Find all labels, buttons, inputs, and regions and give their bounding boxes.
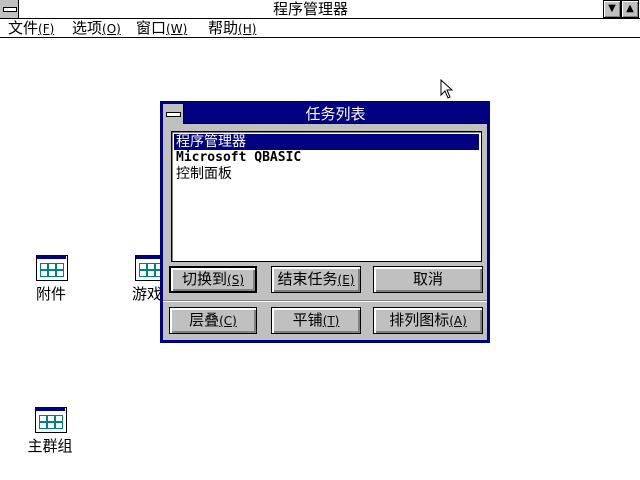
maximize-icon: ▲ [626,3,634,14]
button-accel: (A) [449,314,467,328]
program-group-icon [36,255,68,281]
task-listbox[interactable]: 程序管理器 Microsoft QBASIC 控制面板 [171,131,482,262]
menu-window-accel: (W) [166,22,188,36]
cascade-button[interactable]: 层叠(C) [169,307,257,334]
menu-options[interactable]: 选项(O) [72,19,121,37]
group-label: 主群组 [27,437,73,455]
end-task-button[interactable]: 结束任务(E) [271,266,361,293]
system-menu-icon [166,112,181,117]
button-label: 平铺 [292,311,323,329]
dialog-title: 任务列表 [305,105,366,123]
program-group-icon [35,407,67,433]
dialog-system-menu-button[interactable] [163,104,184,124]
task-item-control-panel[interactable]: 控制面板 [174,166,479,182]
menu-help-label: 帮助 [208,19,239,37]
menu-window[interactable]: 窗口(W) [136,19,187,37]
button-label: 排列图标 [389,311,450,329]
button-label: 层叠 [189,311,220,329]
button-label: 结束任务 [277,270,338,288]
system-menu-button[interactable] [0,0,19,18]
task-item-qbasic[interactable]: Microsoft QBASIC [174,150,479,166]
mouse-cursor-icon [440,79,454,99]
button-accel: (T) [322,314,340,328]
group-label: 附件 [35,285,66,303]
button-label: 切换到 [182,270,228,288]
menu-options-label: 选项 [72,19,103,37]
tile-button[interactable]: 平铺(T) [271,307,361,334]
button-accel: (S) [227,273,244,287]
switch-to-button[interactable]: 切换到(S) [169,266,257,293]
maximize-button[interactable]: ▲ [621,0,639,18]
task-list-dialog: 任务列表 程序管理器 Microsoft QBASIC 控制面板 切换到(S) … [160,101,490,343]
group-icon-main[interactable]: 主群组 [18,407,82,457]
menu-help-accel: (H) [238,22,257,36]
title-bar[interactable]: 程序管理器 ▼ ▲ [0,0,640,19]
button-accel: (C) [219,314,237,328]
divider [163,300,487,302]
cancel-button[interactable]: 取消 [373,266,483,293]
window-title: 程序管理器 [272,0,348,18]
minimize-icon: ▼ [608,3,616,14]
minimize-button[interactable]: ▼ [603,0,621,18]
menu-file[interactable]: 文件(F) [8,19,54,37]
group-label: 游戏 [132,285,160,303]
task-item-program-manager[interactable]: 程序管理器 [174,134,479,150]
menu-file-label: 文件 [8,19,39,37]
group-icon-accessories[interactable]: 附件 [22,255,82,305]
menu-options-accel: (O) [102,22,121,36]
button-accel: (E) [337,273,355,287]
arrange-icons-button[interactable]: 排列图标(A) [373,307,483,334]
dialog-title-bar[interactable]: 任务列表 [163,104,487,124]
menu-help[interactable]: 帮助(H) [208,19,256,37]
program-group-icon [135,255,160,281]
system-menu-icon [3,7,17,12]
group-icon-games[interactable]: 游戏 [120,255,160,305]
menu-window-label: 窗口 [136,19,167,37]
button-label: 取消 [412,270,443,288]
menu-bar: 文件(F) 选项(O) 窗口(W) 帮助(H) [0,19,640,38]
menu-file-accel: (F) [38,22,55,36]
